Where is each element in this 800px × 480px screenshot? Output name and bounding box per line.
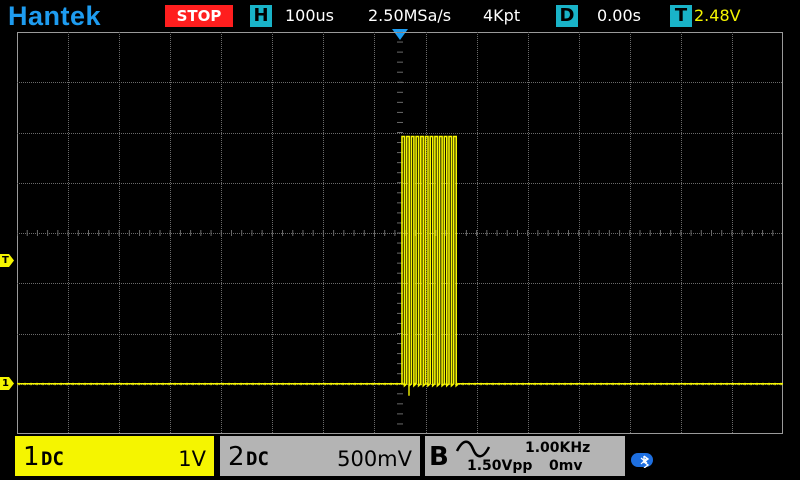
ch2-coupling: DC	[246, 448, 269, 470]
ch1-ground-marker[interactable]: 1	[0, 377, 14, 390]
generator-label: B	[429, 442, 449, 472]
generator-amplitude: 1.50Vpp	[467, 458, 533, 474]
bluetooth-icon	[631, 453, 653, 468]
run-stop-status[interactable]: STOP	[165, 5, 233, 27]
delay-badge: D	[556, 5, 578, 27]
trigger-level-value[interactable]: 2.48V	[694, 5, 741, 27]
memory-depth-value[interactable]: 4Kpt	[483, 5, 520, 27]
waveform-display[interactable]	[17, 32, 783, 434]
generator-info[interactable]: B 1.00KHz 1.50Vpp 0mv	[425, 436, 625, 476]
ch1-coupling: DC	[41, 448, 64, 470]
generator-offset: 0mv	[549, 458, 583, 474]
horizontal-badge: H	[250, 5, 272, 27]
ch2-scale: 500mV	[337, 447, 412, 471]
timebase-value[interactable]: 100us	[285, 5, 334, 27]
ch1-scale: 1V	[178, 447, 206, 471]
ch1-info[interactable]: 1 DC 1V	[15, 436, 214, 476]
ch2-info[interactable]: 2 DC 500mV	[220, 436, 420, 476]
top-status-bar: Hantek STOP H 100us 2.50MSa/s 4Kpt D 0.0…	[0, 0, 800, 32]
ch1-trace	[17, 135, 783, 388]
brand-logo: Hantek	[8, 1, 102, 31]
sample-rate-value: 2.50MSa/s	[368, 6, 452, 25]
channel-status-bar: 1 DC 1V 2 DC 500mV B 1.00KHz 1.50Vpp 0mv	[0, 434, 800, 480]
generator-frequency: 1.00KHz	[525, 440, 591, 456]
trigger-badge: T	[670, 5, 692, 27]
sine-wave-icon	[455, 440, 491, 458]
ch1-number: 1	[23, 442, 40, 472]
ch2-number: 2	[228, 442, 245, 472]
delay-value[interactable]: 0.00s	[597, 5, 641, 27]
waveform-grid	[17, 32, 783, 434]
trigger-level-marker[interactable]: T	[0, 254, 14, 267]
